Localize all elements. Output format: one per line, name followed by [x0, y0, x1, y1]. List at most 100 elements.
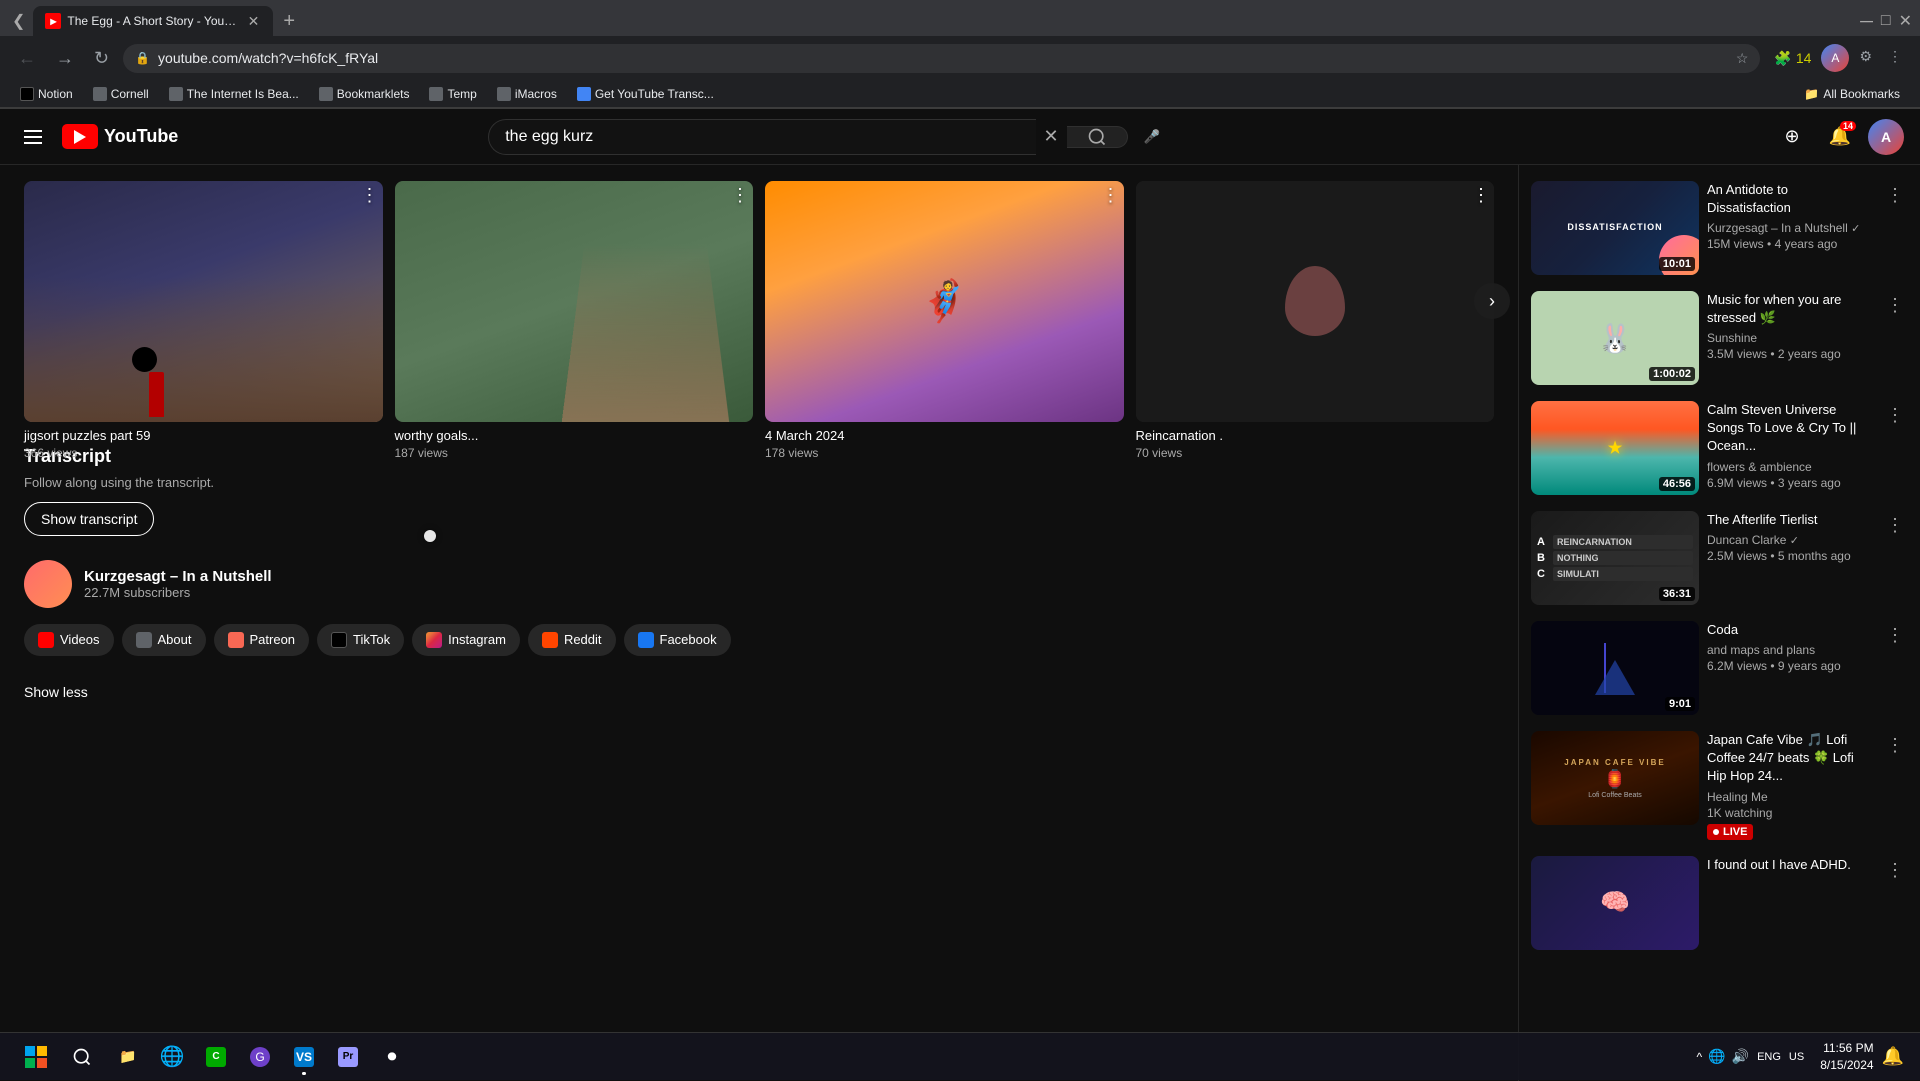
taskbar-github[interactable]: G [240, 1037, 280, 1077]
clock-date: 8/15/2024 [1820, 1057, 1873, 1074]
video-menu-button-2[interactable]: ⋮ [731, 185, 749, 206]
channel-avatar[interactable] [24, 560, 72, 608]
show-less-button[interactable]: Show less [24, 680, 88, 704]
sidebar-video-2[interactable]: 🐰 1:00:02 Music for when you are stresse… [1531, 283, 1908, 393]
profile-button[interactable]: A [1821, 44, 1849, 72]
channel-name: Kurzgesagt – In a Nutshell [84, 568, 272, 585]
channel-link-tiktok[interactable]: TikTok [317, 624, 404, 656]
bookmark-bookmarklets[interactable]: Bookmarklets [311, 85, 418, 103]
sidebar-menu-button-1[interactable]: ⋮ [1882, 181, 1908, 210]
channel-link-facebook[interactable]: Facebook [624, 624, 731, 656]
minimize-button[interactable]: ─ [1860, 11, 1873, 32]
bookmark-notion[interactable]: Notion [12, 85, 81, 103]
taskbar-right: ^ 🌐 🔊 ENG US 11:56 PM 8/15/2024 🔔 [1697, 1040, 1904, 1074]
tab-close-button[interactable]: ✕ [246, 11, 262, 32]
video-menu-button-3[interactable]: ⋮ [1102, 185, 1120, 206]
youtube-logo[interactable]: YouTube [62, 124, 178, 149]
notion-icon [20, 87, 34, 101]
show-transcript-button[interactable]: Show transcript [24, 502, 154, 536]
user-avatar[interactable]: A [1868, 119, 1904, 155]
hamburger-line [24, 130, 42, 132]
notification-center[interactable]: 🔔 [1882, 1046, 1904, 1067]
channel-link-reddit[interactable]: Reddit [528, 624, 616, 656]
taskbar-record[interactable]: ⏺ [372, 1037, 412, 1077]
folder-icon [319, 87, 333, 101]
taskbar-cmd[interactable]: C [196, 1037, 236, 1077]
thumbnail-image-4: ⋮ [1136, 181, 1495, 422]
speaker-icon[interactable]: 🔊 [1732, 1048, 1749, 1065]
search-input[interactable] [488, 119, 1035, 155]
instagram-label: Instagram [448, 632, 506, 647]
bookmark-youtube-transcript[interactable]: Get YouTube Transc... [569, 85, 722, 103]
all-bookmarks-label: All Bookmarks [1823, 87, 1900, 101]
menu-button[interactable] [16, 122, 50, 152]
extensions2-button[interactable]: ⚙ [1853, 44, 1878, 72]
header-right: ⊕ 🔔 14 A [1772, 117, 1904, 157]
create-button[interactable]: ⊕ [1772, 117, 1812, 157]
taskbar-file-explorer[interactable]: 📁 [108, 1037, 148, 1077]
sidebar-video-info-3: Calm Steven Universe Songs To Love & Cry… [1707, 401, 1874, 495]
sidebar-menu-button-3[interactable]: ⋮ [1882, 401, 1908, 430]
sidebar-menu-button-6[interactable]: ⋮ [1882, 731, 1908, 760]
active-tab[interactable]: ▶ The Egg - A Short Story - YouT... ✕ [33, 6, 273, 36]
close-button[interactable]: ✕ [1899, 11, 1912, 31]
sidebar-video-title-5: Coda [1707, 621, 1874, 639]
bookmark-internet[interactable]: The Internet Is Bea... [161, 85, 307, 103]
tab-prev-button[interactable]: ❮ [8, 7, 29, 35]
sidebar-video-1[interactable]: DISSATISFACTION 10:01 An Antidote to Dis… [1531, 173, 1908, 283]
bookmark-imacros[interactable]: iMacros [489, 85, 565, 103]
sidebar-video-5[interactable]: 9:01 Coda and maps and plans 6.2M views … [1531, 613, 1908, 723]
forward-button[interactable]: → [50, 44, 80, 73]
search-submit-button[interactable] [1067, 126, 1128, 148]
sidebar-menu-button-4[interactable]: ⋮ [1882, 511, 1908, 540]
sidebar-menu-button-5[interactable]: ⋮ [1882, 621, 1908, 650]
thumbnail-row: ⋮ jigsort puzzles part 59 366 views ⋮ wo… [24, 181, 1494, 422]
thumbnail-views-3: 178 views [765, 446, 1124, 460]
more-button[interactable]: ⋮ [1882, 44, 1908, 72]
folder-icon [429, 87, 443, 101]
extensions-button[interactable]: 🧩 14 [1768, 44, 1817, 72]
thumbnail-card-2[interactable]: ⋮ worthy goals... 187 views [395, 181, 754, 422]
all-bookmarks-button[interactable]: 📁 All Bookmarks [1796, 85, 1908, 103]
next-button[interactable]: › [1474, 283, 1510, 319]
taskbar-chrome[interactable]: 🌐 [152, 1037, 192, 1077]
sidebar-video-4[interactable]: A REINCARNATION B NOTHING C [1531, 503, 1908, 613]
sidebar-video-7[interactable]: 🧠 I found out I have ADHD. ⋮ [1531, 848, 1908, 958]
taskbar-search-button[interactable] [64, 1039, 100, 1075]
new-tab-button[interactable]: + [277, 8, 301, 35]
channel-link-patreon[interactable]: Patreon [214, 624, 310, 656]
hamburger-line [24, 142, 42, 144]
search-clear-button[interactable]: ✕ [1036, 126, 1067, 147]
taskbar-vscode[interactable]: VS [284, 1037, 324, 1077]
start-button[interactable] [16, 1037, 56, 1077]
facebook-icon [638, 632, 654, 648]
sidebar-video-6[interactable]: JAPAN CAFE VIBE 🏮 Lofi Coffee Beats Japa… [1531, 723, 1908, 848]
network-icon[interactable]: 🌐 [1708, 1048, 1725, 1065]
tray-chevron[interactable]: ^ [1697, 1050, 1703, 1064]
channel-link-videos[interactable]: Videos [24, 624, 114, 656]
video-menu-button-4[interactable]: ⋮ [1472, 185, 1490, 206]
video-menu-button-1[interactable]: ⋮ [361, 185, 379, 206]
refresh-button[interactable]: ↻ [88, 44, 115, 73]
back-button[interactable]: ← [12, 44, 42, 73]
thumbnail-card-3[interactable]: 🦸 ⋮ 4 March 2024 178 views [765, 181, 1124, 422]
taskbar-clock[interactable]: 11:56 PM 8/15/2024 [1820, 1040, 1873, 1074]
videos-label: Videos [60, 632, 100, 647]
thumbnail-card-1[interactable]: ⋮ jigsort puzzles part 59 366 views [24, 181, 383, 422]
sidebar-video-info-1: An Antidote to Dissatisfaction Kurzgesag… [1707, 181, 1874, 275]
channel-link-instagram[interactable]: Instagram [412, 624, 520, 656]
maximize-button[interactable]: □ [1881, 12, 1891, 30]
voice-search-button[interactable]: 🎤 [1136, 121, 1169, 153]
steven-text: ★ [1608, 438, 1622, 458]
star-icon[interactable]: ☆ [1736, 50, 1749, 67]
sidebar-menu-button-7[interactable]: ⋮ [1882, 856, 1908, 885]
url-bar[interactable]: 🔒 youtube.com/watch?v=h6fcK_fRYal ☆ [123, 44, 1760, 73]
bookmark-temp[interactable]: Temp [421, 85, 484, 103]
notifications-button[interactable]: 🔔 14 [1820, 117, 1860, 157]
bookmark-cornell[interactable]: Cornell [85, 85, 157, 103]
taskbar-adobe[interactable]: Pr [328, 1037, 368, 1077]
channel-link-about[interactable]: About [122, 624, 206, 656]
thumbnail-card-4[interactable]: ⋮ Reincarnation . 70 views [1136, 181, 1495, 422]
sidebar-video-3[interactable]: ★ 46:56 Calm Steven Universe Songs To Lo… [1531, 393, 1908, 503]
sidebar-menu-button-2[interactable]: ⋮ [1882, 291, 1908, 320]
